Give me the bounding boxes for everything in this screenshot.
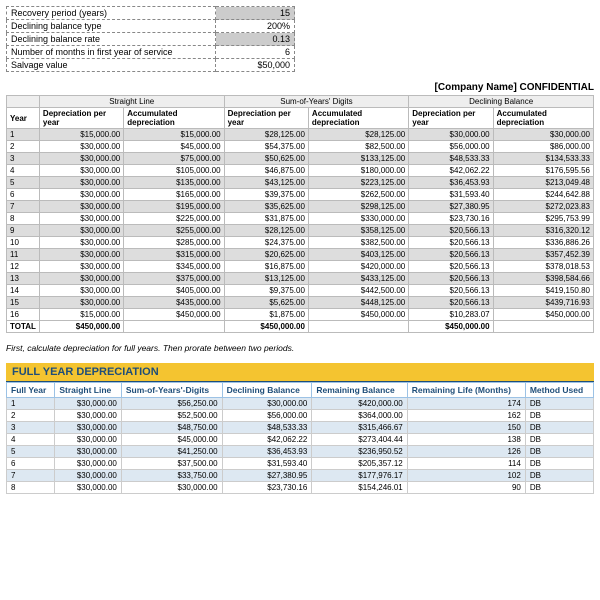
full-hdr-col: Remaining Life (Months) [407, 383, 525, 398]
param-label: Number of months in first year of servic… [7, 46, 216, 59]
hdr-col: Depreciation per year [409, 108, 493, 129]
table-row: 7$30,000.00$195,000.00$35,625.00$298,125… [7, 201, 594, 213]
table-row: 11$30,000.00$315,000.00$20,625.00$403,12… [7, 249, 594, 261]
parameters-table: Recovery period (years)15Declining balan… [6, 6, 295, 72]
section-title: FULL YEAR DEPRECIATION [6, 363, 594, 382]
table-row: 12$30,000.00$345,000.00$16,875.00$420,00… [7, 261, 594, 273]
table-row: 8$30,000.00$30,000.00$23,730.16$154,246.… [7, 482, 594, 494]
table-row: 16$15,000.00$450,000.00$1,875.00$450,000… [7, 309, 594, 321]
hdr-group: Straight Line [39, 96, 224, 108]
table-row: 5$30,000.00$41,250.00$36,453.93$236,950.… [7, 446, 594, 458]
full-hdr-col: Method Used [525, 383, 593, 398]
hdr-group: Declining Balance [409, 96, 594, 108]
full-hdr-col: Remaining Balance [312, 383, 407, 398]
full-hdr-col: Sum-of-Years'-Digits [121, 383, 222, 398]
param-label: Declining balance type [7, 20, 216, 33]
table-row: 10$30,000.00$285,000.00$24,375.00$382,50… [7, 237, 594, 249]
param-label: Declining balance rate [7, 33, 216, 46]
hdr-col: Year [7, 108, 40, 129]
hdr-col: Depreciation per year [224, 108, 308, 129]
hdr-col: Accumulated depreciation [308, 108, 408, 129]
full-hdr-col: Declining Balance [222, 383, 312, 398]
hdr-col: Depreciation per year [39, 108, 123, 129]
param-value: 15 [216, 7, 295, 20]
table-row: 9$30,000.00$255,000.00$28,125.00$358,125… [7, 225, 594, 237]
full-hdr-col: Straight Line [55, 383, 122, 398]
table-row: 6$30,000.00$165,000.00$39,375.00$262,500… [7, 189, 594, 201]
full-year-table: Full YearStraight LineSum-of-Years'-Digi… [6, 382, 594, 494]
table-row: 6$30,000.00$37,500.00$31,593.40$205,357.… [7, 458, 594, 470]
table-row: 1$15,000.00$15,000.00$28,125.00$28,125.0… [7, 129, 594, 141]
table-row: 13$30,000.00$375,000.00$13,125.00$433,12… [7, 273, 594, 285]
confidential-label: [Company Name] CONFIDENTIAL [6, 82, 594, 93]
depreciation-table: Straight LineSum-of-Years' DigitsDeclini… [6, 95, 594, 333]
param-value: $50,000 [216, 59, 295, 72]
param-value: 6 [216, 46, 295, 59]
total-row: TOTAL$450,000.00$450,000.00$450,000.00 [7, 321, 594, 333]
param-label: Salvage value [7, 59, 216, 72]
hdr-col: Accumulated depreciation [124, 108, 224, 129]
full-hdr-col: Full Year [7, 383, 55, 398]
table-row: 2$30,000.00$52,500.00$56,000.00$364,000.… [7, 410, 594, 422]
table-row: 4$30,000.00$45,000.00$42,062.22$273,404.… [7, 434, 594, 446]
table-row: 3$30,000.00$75,000.00$50,625.00$133,125.… [7, 153, 594, 165]
param-value: 0.13 [216, 33, 295, 46]
note-text: First, calculate depreciation for full y… [6, 343, 594, 353]
param-label: Recovery period (years) [7, 7, 216, 20]
table-row: 5$30,000.00$135,000.00$43,125.00$223,125… [7, 177, 594, 189]
hdr-group: Sum-of-Years' Digits [224, 96, 409, 108]
table-row: 2$30,000.00$45,000.00$54,375.00$82,500.0… [7, 141, 594, 153]
table-row: 8$30,000.00$225,000.00$31,875.00$330,000… [7, 213, 594, 225]
table-row: 3$30,000.00$48,750.00$48,533.33$315,466.… [7, 422, 594, 434]
table-row: 14$30,000.00$405,000.00$9,375.00$442,500… [7, 285, 594, 297]
hdr-col: Accumulated depreciation [493, 108, 593, 129]
table-row: 15$30,000.00$435,000.00$5,625.00$448,125… [7, 297, 594, 309]
hdr-blank [7, 96, 40, 108]
table-row: 7$30,000.00$33,750.00$27,380.95$177,976.… [7, 470, 594, 482]
table-row: 4$30,000.00$105,000.00$46,875.00$180,000… [7, 165, 594, 177]
param-value: 200% [216, 20, 295, 33]
table-row: 1$30,000.00$56,250.00$30,000.00$420,000.… [7, 398, 594, 410]
